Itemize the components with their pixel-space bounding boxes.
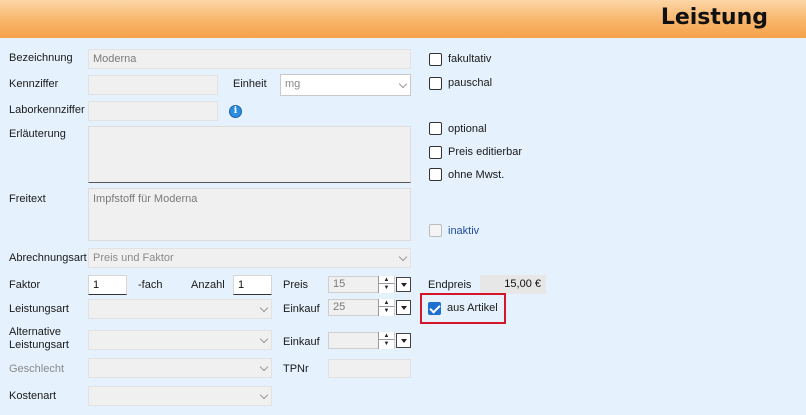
page-title: Leistung: [660, 5, 768, 30]
leistungsart-select[interactable]: [88, 299, 272, 319]
geschlecht-label: Geschlecht: [9, 363, 65, 375]
arrow-up-icon[interactable]: ▲: [379, 299, 394, 307]
fakultativ-checkbox[interactable]: [429, 53, 442, 66]
ohne-mwst-checkbox[interactable]: [429, 168, 442, 181]
endpreis-label: Endpreis: [428, 279, 472, 291]
einkauf-spinner[interactable]: 25 ▲ ▼: [328, 299, 395, 316]
einkauf2-spinner[interactable]: ▲ ▼: [328, 332, 395, 349]
kennziffer-field[interactable]: [88, 75, 218, 95]
tpnr-field[interactable]: [328, 359, 411, 378]
aus-artikel-label[interactable]: aus Artikel: [447, 302, 498, 314]
kennziffer-label: Kennziffer: [9, 78, 59, 90]
fakultativ-label[interactable]: fakultativ: [448, 53, 491, 65]
bezeichnung-field[interactable]: Moderna: [88, 49, 411, 69]
leistungsart-label: Leistungsart: [9, 303, 69, 315]
anzahl-label: Anzahl: [191, 279, 225, 291]
einkauf2-label: Einkauf: [283, 336, 320, 348]
einkauf-value: 25: [333, 301, 346, 313]
laborkennziffer-field[interactable]: [88, 101, 218, 121]
pauschal-label[interactable]: pauschal: [448, 77, 492, 89]
bezeichnung-label: Bezeichnung: [9, 52, 73, 64]
abrechnungsart-select[interactable]: Preis und Faktor: [88, 248, 411, 268]
inaktiv-label[interactable]: inaktiv: [448, 225, 479, 237]
freitext-label: Freitext: [9, 193, 46, 205]
arrow-down-icon[interactable]: ▼: [379, 340, 394, 348]
chevron-down-icon: [398, 79, 408, 89]
kostenart-label: Kostenart: [9, 390, 57, 402]
spinner-arrows[interactable]: ▲ ▼: [378, 276, 394, 293]
geschlecht-select[interactable]: [88, 358, 272, 378]
aus-artikel-checkbox[interactable]: [428, 302, 441, 315]
laborkennziffer-label: Laborkennziffer: [9, 104, 85, 116]
chevron-down-icon: [259, 362, 269, 372]
einheit-value: mg: [285, 78, 301, 90]
title-bar: Leistung: [0, 0, 806, 38]
einkauf2-dropdown-button[interactable]: [396, 333, 411, 348]
erlaeuterung-label: Erläuterung: [9, 128, 66, 140]
optional-label[interactable]: optional: [448, 123, 487, 135]
preis-value: 15: [333, 278, 346, 290]
inaktiv-checkbox[interactable]: [429, 224, 442, 237]
arrow-down-icon[interactable]: ▼: [379, 284, 394, 292]
tpnr-label: TPNr: [283, 363, 309, 375]
chevron-down-icon: [259, 334, 269, 344]
preis-editierbar-label[interactable]: Preis editierbar: [448, 146, 522, 158]
chevron-down-icon: [259, 303, 269, 313]
arrow-down-icon[interactable]: ▼: [379, 307, 394, 315]
einkauf-label: Einkauf: [283, 303, 320, 315]
optional-checkbox[interactable]: [429, 122, 442, 135]
kostenart-select[interactable]: [88, 386, 272, 406]
preis-spinner[interactable]: 15 ▲ ▼: [328, 276, 395, 293]
freitext-textarea[interactable]: Impfstoff für Moderna: [88, 188, 411, 241]
preis-label: Preis: [283, 279, 309, 291]
einkauf-dropdown-button[interactable]: [396, 300, 411, 315]
arrow-up-icon[interactable]: ▲: [379, 276, 394, 284]
chevron-down-icon: [398, 252, 408, 262]
spinner-arrows[interactable]: ▲ ▼: [378, 332, 394, 349]
einheit-label: Einheit: [233, 78, 267, 90]
preis-editierbar-checkbox[interactable]: [429, 146, 442, 159]
info-icon[interactable]: i: [229, 105, 242, 118]
arrow-up-icon[interactable]: ▲: [379, 332, 394, 340]
fach-label: -fach: [138, 279, 163, 291]
einheit-select[interactable]: mg: [280, 74, 411, 96]
abrechnungsart-value: Preis und Faktor: [93, 252, 174, 264]
alternative-leistungsart-label: Alternative Leistungsart: [9, 326, 69, 351]
ohne-mwst-label[interactable]: ohne Mwst.: [448, 169, 504, 181]
endpreis-value: 15,00 €: [480, 275, 546, 294]
faktor-field[interactable]: 1: [88, 275, 127, 295]
preis-dropdown-button[interactable]: [396, 277, 411, 292]
chevron-down-icon: [259, 390, 269, 400]
anzahl-field[interactable]: 1: [233, 275, 272, 295]
abrechnungsart-label: Abrechnungsart: [9, 252, 87, 264]
faktor-label: Faktor: [9, 279, 41, 291]
pauschal-checkbox[interactable]: [429, 77, 442, 90]
alternative-leistungsart-select[interactable]: [88, 330, 272, 350]
spinner-arrows[interactable]: ▲ ▼: [378, 299, 394, 316]
erlaeuterung-textarea[interactable]: [88, 126, 411, 183]
